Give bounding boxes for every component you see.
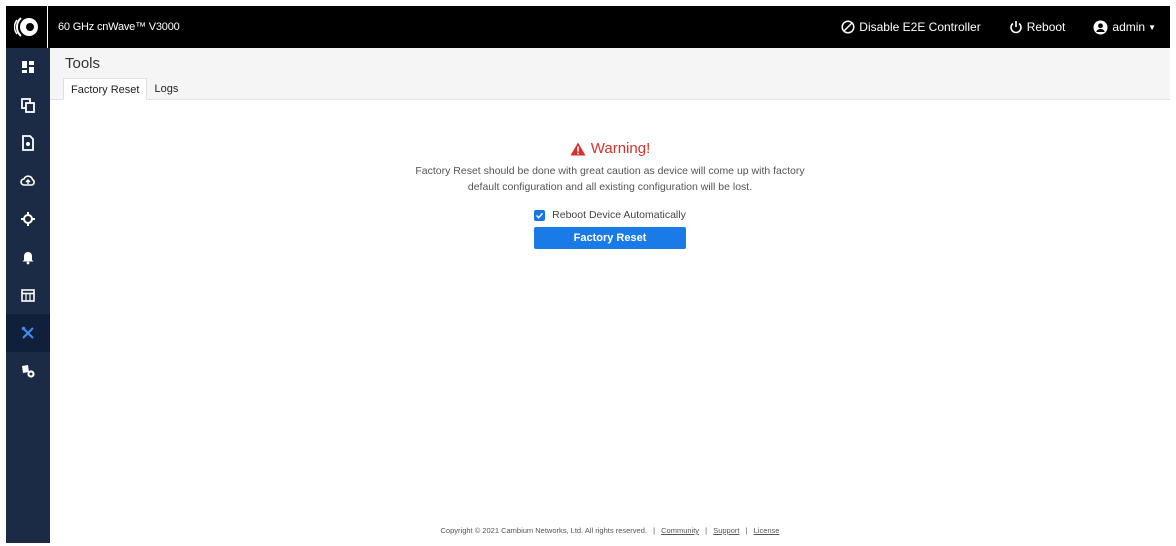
license-link[interactable]: License: [754, 526, 780, 535]
sidebar-item-settings[interactable]: [6, 352, 50, 390]
app-title: 60 GHz cnWave™ V3000: [58, 21, 180, 33]
sidebar-item-alarms[interactable]: [6, 238, 50, 276]
crosshair-icon: [21, 212, 35, 226]
sidebar-item-dashboard[interactable]: [6, 48, 50, 86]
tools-icon: [21, 326, 34, 339]
reboot-checkbox-row: Reboot Device Automatically: [50, 209, 1170, 221]
footer: Copyright © 2021 Cambium Networks, Ltd. …: [50, 526, 1170, 535]
sidebar-item-crosshair[interactable]: [6, 200, 50, 238]
calendar-icon: [21, 289, 35, 302]
logo-icon: [13, 17, 38, 37]
main-content: Tools Factory Reset Logs Warning! Factor…: [50, 48, 1170, 543]
top-actions: Disable E2E Controller Reboot admin ▼: [841, 6, 1170, 48]
power-icon: [1009, 21, 1022, 34]
user-label: admin: [1112, 20, 1146, 34]
tab-bar: Factory Reset Logs: [63, 78, 185, 100]
sidebar-item-cloud[interactable]: [6, 162, 50, 200]
reboot-button[interactable]: Reboot: [1009, 20, 1066, 34]
ban-icon: [841, 20, 855, 34]
footer-separator: |: [705, 526, 708, 535]
settings-icon: [22, 365, 35, 378]
user-icon: [1093, 20, 1108, 34]
support-link[interactable]: Support: [713, 526, 739, 535]
page-title: Tools: [65, 55, 101, 72]
sidebar-item-calendar[interactable]: [6, 276, 50, 314]
sidebar-item-file[interactable]: [6, 124, 50, 162]
disable-e2e-controller-button[interactable]: Disable E2E Controller: [841, 20, 981, 34]
warning-icon: [570, 142, 586, 155]
reboot-device-checkbox[interactable]: [534, 209, 546, 221]
user-menu[interactable]: admin ▼: [1093, 20, 1156, 35]
caret-down-icon: ▼: [1148, 22, 1156, 32]
cambium-logo[interactable]: [6, 6, 48, 48]
tab-factory-reset[interactable]: Factory Reset: [63, 78, 148, 100]
sidebar-item-copy[interactable]: [6, 86, 50, 124]
sidebar-item-tools[interactable]: [6, 314, 50, 352]
copy-icon: [21, 98, 35, 113]
bell-icon: [22, 252, 34, 265]
top-bar: 60 GHz cnWave™ V3000 Disable E2E Control…: [6, 6, 1170, 48]
footer-separator: |: [653, 526, 656, 535]
reboot-label: Reboot: [1026, 20, 1066, 34]
app-window: 60 GHz cnWave™ V3000 Disable E2E Control…: [6, 6, 1170, 543]
cloud-upload-icon: [20, 175, 35, 186]
warning-text: Factory Reset should be done with great …: [415, 165, 805, 193]
dashboard-icon: [22, 61, 34, 73]
warning-heading: Warning!: [50, 140, 1170, 157]
copyright-text: Copyright © 2021 Cambium Networks, Ltd. …: [440, 526, 647, 535]
file-icon: [22, 135, 34, 151]
factory-reset-panel: Warning! Factory Reset should be done wi…: [50, 100, 1170, 249]
check-icon: [536, 212, 544, 219]
tab-logs[interactable]: Logs: [147, 78, 185, 100]
sidebar: [6, 48, 50, 543]
content-header: Tools Factory Reset Logs: [50, 48, 1170, 100]
warning-title: Warning!: [590, 140, 651, 157]
factory-reset-button[interactable]: Factory Reset: [534, 227, 686, 249]
footer-separator: |: [745, 526, 748, 535]
community-link[interactable]: Community: [661, 526, 699, 535]
disable-e2e-label: Disable E2E Controller: [859, 20, 981, 34]
reboot-checkbox-label: Reboot Device Automatically: [552, 209, 686, 221]
